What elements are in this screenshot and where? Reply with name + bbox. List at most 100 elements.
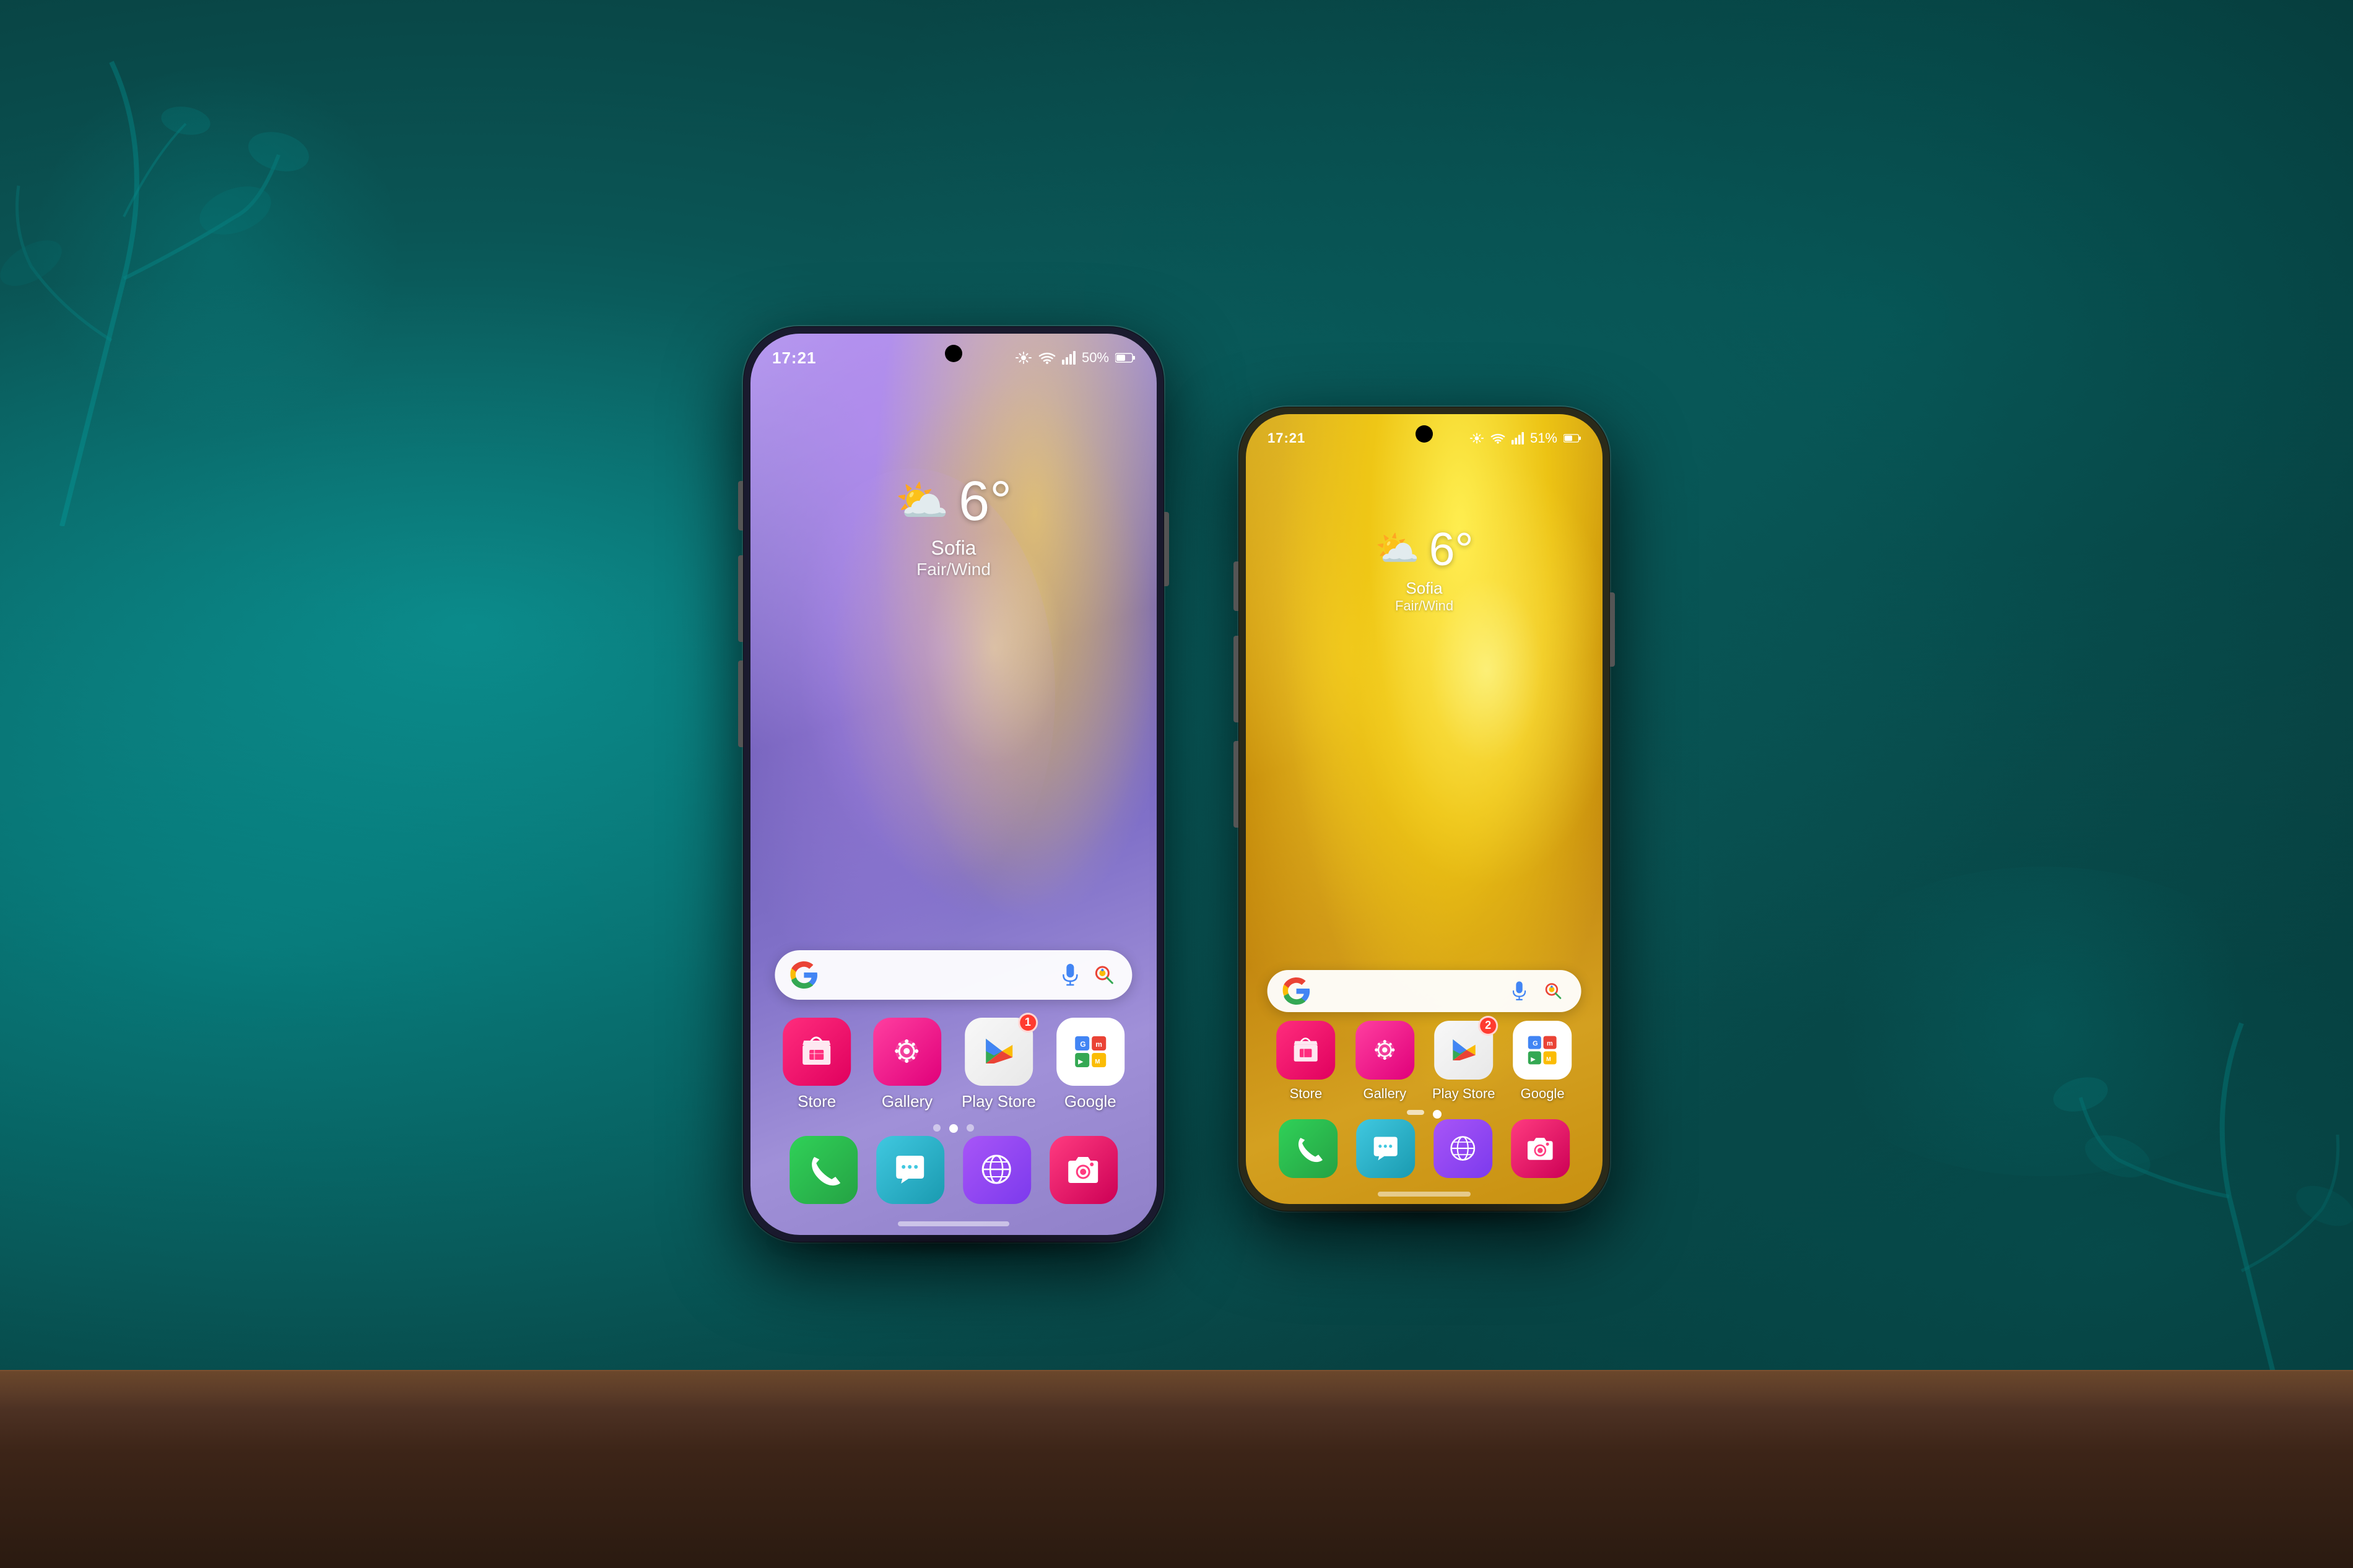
internet-icon-small: [1433, 1119, 1492, 1178]
battery-small: 51%: [1530, 430, 1557, 446]
weather-icon-small: ⛅: [1375, 528, 1420, 570]
status-icons-small: 51%: [1469, 430, 1581, 446]
dock-camera-large[interactable]: [1050, 1136, 1118, 1204]
weather-temp-large: 6°: [959, 470, 1012, 534]
phone-large: 17:21: [743, 326, 1164, 1242]
app-gallery-large[interactable]: Gallery: [871, 1018, 943, 1111]
volume-down-button: [738, 661, 743, 747]
svg-text:G: G: [1080, 1040, 1085, 1049]
page-dots-large: [933, 1124, 974, 1133]
google-label-small: Google: [1521, 1086, 1565, 1102]
phone-app-icon-small: [1279, 1119, 1337, 1178]
weather-city-large: Sofia: [895, 537, 1012, 560]
search-bar-small[interactable]: [1268, 970, 1581, 1012]
dock-camera-small[interactable]: [1511, 1119, 1570, 1178]
signal-icon-small: [1511, 432, 1524, 444]
camera-icon-small: [1511, 1119, 1570, 1178]
dot-1-large: [933, 1124, 941, 1132]
weather-icon-large: ⛅: [895, 476, 949, 527]
svg-text:G: G: [1533, 1040, 1539, 1047]
home-indicator-small: [1378, 1192, 1471, 1197]
dock-messages-small[interactable]: [1356, 1119, 1415, 1178]
gallery-icon-large: [873, 1018, 941, 1086]
gallery-icon-small: [1355, 1021, 1414, 1080]
weather-temp-small: 6°: [1429, 522, 1474, 576]
app-google-small[interactable]: G m ▶ M Google: [1509, 1021, 1575, 1102]
dot-2-small: [1433, 1110, 1442, 1119]
google-g-icon-large: [790, 961, 817, 989]
store-icon-large: [783, 1018, 851, 1086]
weather-condition-large: Fair/Wind: [895, 560, 1012, 579]
home-indicator-large: [898, 1221, 1009, 1226]
playstore-label-small: Play Store: [1432, 1086, 1495, 1102]
weather-widget-large: ⛅ 6° Sofia Fair/Wind: [895, 470, 1012, 579]
signal-icon-large: [1062, 351, 1076, 365]
weather-condition-small: Fair/Wind: [1375, 598, 1474, 614]
volume-up-button-small: [1233, 636, 1238, 722]
phone-app-icon-large: [789, 1136, 858, 1204]
phone-large-screen: 17:21: [750, 334, 1157, 1235]
google-g-icon-small: [1283, 977, 1310, 1005]
phones-container: 17:21: [0, 0, 2353, 1568]
dock-phone-small[interactable]: [1279, 1119, 1337, 1178]
battery-large: 50%: [1082, 350, 1109, 366]
dock-small: [1272, 1119, 1576, 1178]
store-icon-small: [1276, 1021, 1335, 1080]
svg-text:m: m: [1095, 1040, 1102, 1049]
search-bar-large[interactable]: [775, 950, 1132, 1000]
app-playstore-small[interactable]: 2 Play Store: [1430, 1021, 1497, 1102]
status-icons-large: 50%: [1015, 350, 1135, 366]
app-playstore-large[interactable]: 1 Play Store: [962, 1018, 1036, 1111]
app-grid-small: Store: [1272, 1021, 1576, 1102]
google-icon-small: G m ▶ M: [1513, 1021, 1572, 1080]
svg-text:M: M: [1095, 1059, 1100, 1065]
app-grid-large: Store: [781, 1018, 1126, 1111]
app-store-small[interactable]: Store: [1272, 1021, 1339, 1102]
power-button-small: [1610, 592, 1615, 667]
gallery-label-small: Gallery: [1363, 1086, 1406, 1102]
search-mic-large[interactable]: [1058, 963, 1083, 987]
app-google-large[interactable]: G m ▶ M Google: [1055, 1018, 1126, 1111]
playstore-label-large: Play Store: [962, 1092, 1036, 1111]
status-bar-large: 17:21: [750, 341, 1157, 375]
app-store-large[interactable]: Store: [781, 1018, 853, 1111]
status-time-small: 17:21: [1268, 430, 1305, 446]
search-lens-large[interactable]: [1092, 963, 1117, 987]
dock-internet-small[interactable]: [1433, 1119, 1492, 1178]
wallpaper-purple: 17:21: [750, 334, 1157, 1235]
dock-large: [781, 1136, 1126, 1204]
dock-internet-large[interactable]: [963, 1136, 1031, 1204]
app-gallery-small[interactable]: Gallery: [1352, 1021, 1418, 1102]
page-dots-small: [1407, 1110, 1442, 1119]
bixby-button: [738, 481, 743, 531]
svg-text:M: M: [1547, 1055, 1552, 1062]
playstore-badge-large: 1: [1018, 1013, 1038, 1033]
settings-icon-large: [1015, 351, 1032, 365]
gallery-label-large: Gallery: [882, 1092, 933, 1111]
internet-icon-large: [963, 1136, 1031, 1204]
battery-icon-large: [1115, 352, 1135, 363]
settings-icon-small: [1469, 432, 1484, 444]
svg-text:▶: ▶: [1077, 1059, 1084, 1065]
search-lens-small[interactable]: [1541, 979, 1565, 1003]
power-button: [1164, 512, 1169, 586]
store-label-small: Store: [1290, 1086, 1323, 1102]
google-icon-large: G m ▶ M: [1056, 1018, 1124, 1086]
dock-messages-large[interactable]: [876, 1136, 944, 1204]
volume-up-button: [738, 555, 743, 642]
dot-2-large: [949, 1124, 958, 1133]
status-bar-small: 17:21: [1246, 422, 1603, 456]
phone-small: 17:21: [1238, 407, 1610, 1211]
svg-text:▶: ▶: [1531, 1055, 1536, 1062]
dot-line-small: [1407, 1110, 1424, 1115]
camera-icon-large: [1050, 1136, 1118, 1204]
store-label-large: Store: [798, 1092, 836, 1111]
google-label-large: Google: [1064, 1092, 1116, 1111]
search-mic-small[interactable]: [1507, 979, 1531, 1003]
volume-down-button-small: [1233, 741, 1238, 828]
weather-city-small: Sofia: [1375, 579, 1474, 598]
dock-phone-large[interactable]: [789, 1136, 858, 1204]
messages-icon-small: [1356, 1119, 1415, 1178]
svg-text:m: m: [1547, 1040, 1553, 1047]
wifi-icon-small: [1490, 432, 1505, 444]
